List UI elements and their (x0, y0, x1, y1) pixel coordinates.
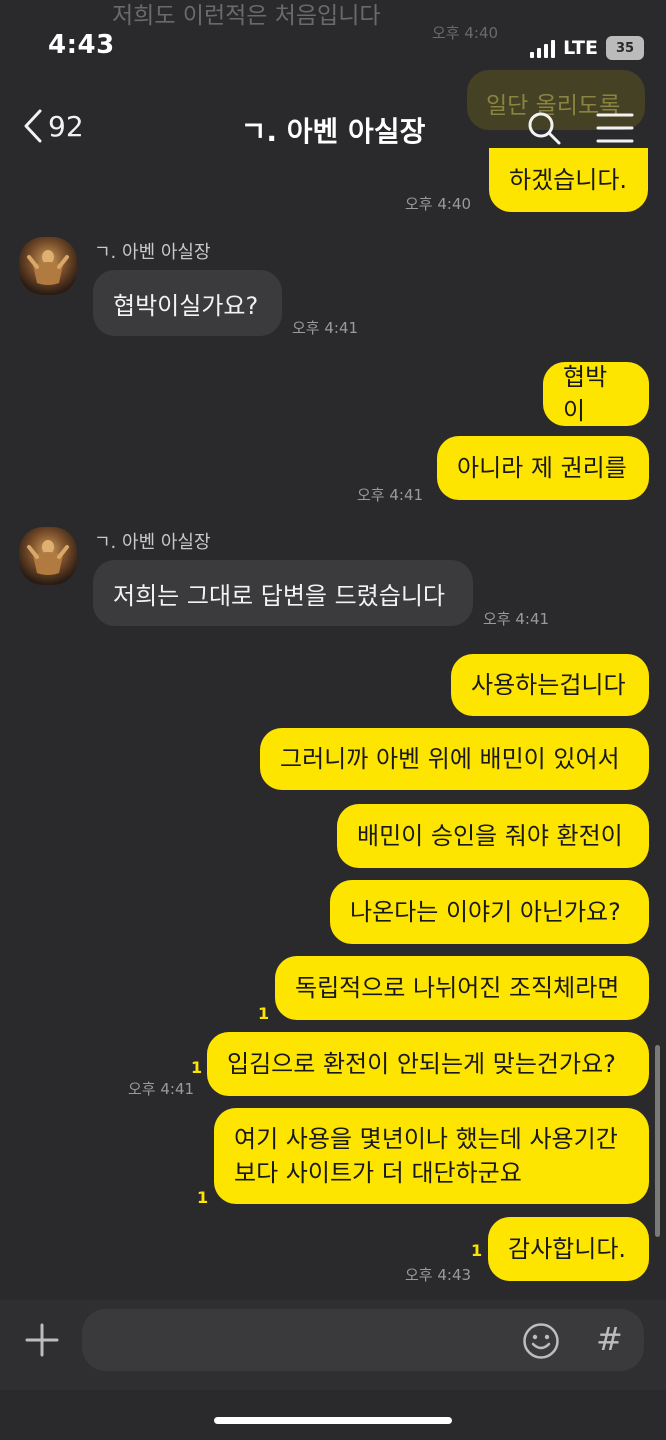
avatar[interactable] (19, 527, 77, 585)
my-message-bubble[interactable]: 아니라 제 권리를 (437, 436, 649, 500)
other-message-bubble[interactable]: 저희는 그대로 답변을 드렸습니다 (93, 560, 473, 626)
search-button[interactable] (526, 110, 562, 150)
menu-button[interactable] (596, 112, 634, 148)
network-type: LTE (563, 37, 598, 59)
ghost-message-text: 저희도 이런적은 처음입니다 (112, 3, 381, 29)
message-time: 오후 4:43 (405, 1266, 472, 1284)
my-message-bubble[interactable]: 입김으로 환전이 안되는게 맞는건가요? (207, 1032, 649, 1096)
message-text: 협박이실가요? (113, 291, 259, 320)
my-message-bubble[interactable]: 사용하는겁니다 (451, 654, 649, 716)
unread-count: 1 (191, 1058, 203, 1077)
my-message-bubble[interactable]: 나온다는 이야기 아닌가요? (330, 880, 649, 944)
status-indicators: LTE 35 (530, 36, 644, 60)
message-text: 사용하는겁니다 (471, 671, 626, 699)
message-time: 오후 4:41 (128, 1080, 195, 1098)
status-time: 4:43 (48, 30, 115, 60)
message-time: 오후 4:41 (357, 486, 424, 504)
message-text: 하겠습니다. (509, 166, 628, 194)
other-message-bubble[interactable]: 협박이실가요? (93, 270, 282, 336)
message-text: 입김으로 환전이 안되는게 맞는건가요? (227, 1050, 616, 1078)
sender-name: ㄱ. 아벤 아실장 (94, 242, 211, 263)
attach-button[interactable] (24, 1322, 60, 1362)
battery-level: 35 (615, 40, 635, 56)
message-text: 나온다는 이야기 아닌가요? (350, 898, 621, 926)
my-message-bubble[interactable]: 여기 사용을 몇년이나 했는데 사용기간 보다 사이트가 더 대단하군요 (214, 1108, 649, 1204)
scrollbar[interactable] (655, 1045, 660, 1237)
message-text-line: 여기 사용을 몇년이나 했는데 사용기간 (234, 1125, 618, 1153)
unread-count: 1 (197, 1188, 209, 1207)
ghost-message-time: 오후 4:40 (432, 24, 499, 42)
my-message-bubble[interactable]: 협박이 (543, 362, 649, 426)
message-text: 아니라 제 권리를 (457, 454, 627, 482)
my-message-bubble[interactable]: 하겠습니다. (489, 148, 648, 212)
message-time: 오후 4:41 (483, 610, 550, 628)
message-text: 배민이 승인을 줘야 환전이 (357, 822, 623, 850)
avatar[interactable] (19, 237, 77, 295)
message-text: 그러니까 아벤 위에 배민이 있어서 (280, 745, 620, 773)
unread-count: 1 (258, 1004, 270, 1023)
unread-count: 1 (471, 1241, 483, 1260)
smiley-icon (523, 1323, 559, 1359)
hash-icon[interactable]: # (596, 1320, 623, 1358)
message-text: 저희는 그대로 답변을 드렸습니다 (113, 581, 446, 610)
plus-icon (25, 1323, 59, 1357)
message-text: 독립적으로 나뉘어진 조직체라면 (295, 974, 620, 1002)
avatar-figure-icon (27, 540, 69, 575)
unread-chat-count: 92 (48, 109, 84, 143)
search-icon (528, 112, 561, 145)
message-time: 오후 4:41 (292, 319, 359, 337)
emoji-button[interactable] (522, 1322, 560, 1364)
my-message-bubble[interactable]: 배민이 승인을 줘야 환전이 (337, 804, 649, 868)
message-time: 오후 4:40 (405, 195, 472, 213)
hamburger-menu-icon (596, 113, 634, 143)
my-message-bubble[interactable]: 독립적으로 나뉘어진 조직체라면 (275, 956, 649, 1020)
chevron-left-icon (24, 109, 42, 143)
message-text: 감사합니다. (508, 1235, 627, 1263)
avatar-figure-icon (27, 250, 69, 285)
message-text: 협박이 (563, 363, 608, 425)
battery-icon: 35 (606, 36, 644, 60)
back-button[interactable]: 92 (22, 108, 84, 144)
sender-name: ㄱ. 아벤 아실장 (94, 532, 211, 553)
my-message-bubble[interactable]: 감사합니다. (488, 1217, 649, 1281)
my-message-bubble[interactable]: 그러니까 아벤 위에 배민이 있어서 (260, 728, 649, 790)
home-indicator (214, 1417, 452, 1424)
signal-icon (530, 38, 556, 58)
message-text-line: 보다 사이트가 더 대단하군요 (234, 1159, 522, 1187)
